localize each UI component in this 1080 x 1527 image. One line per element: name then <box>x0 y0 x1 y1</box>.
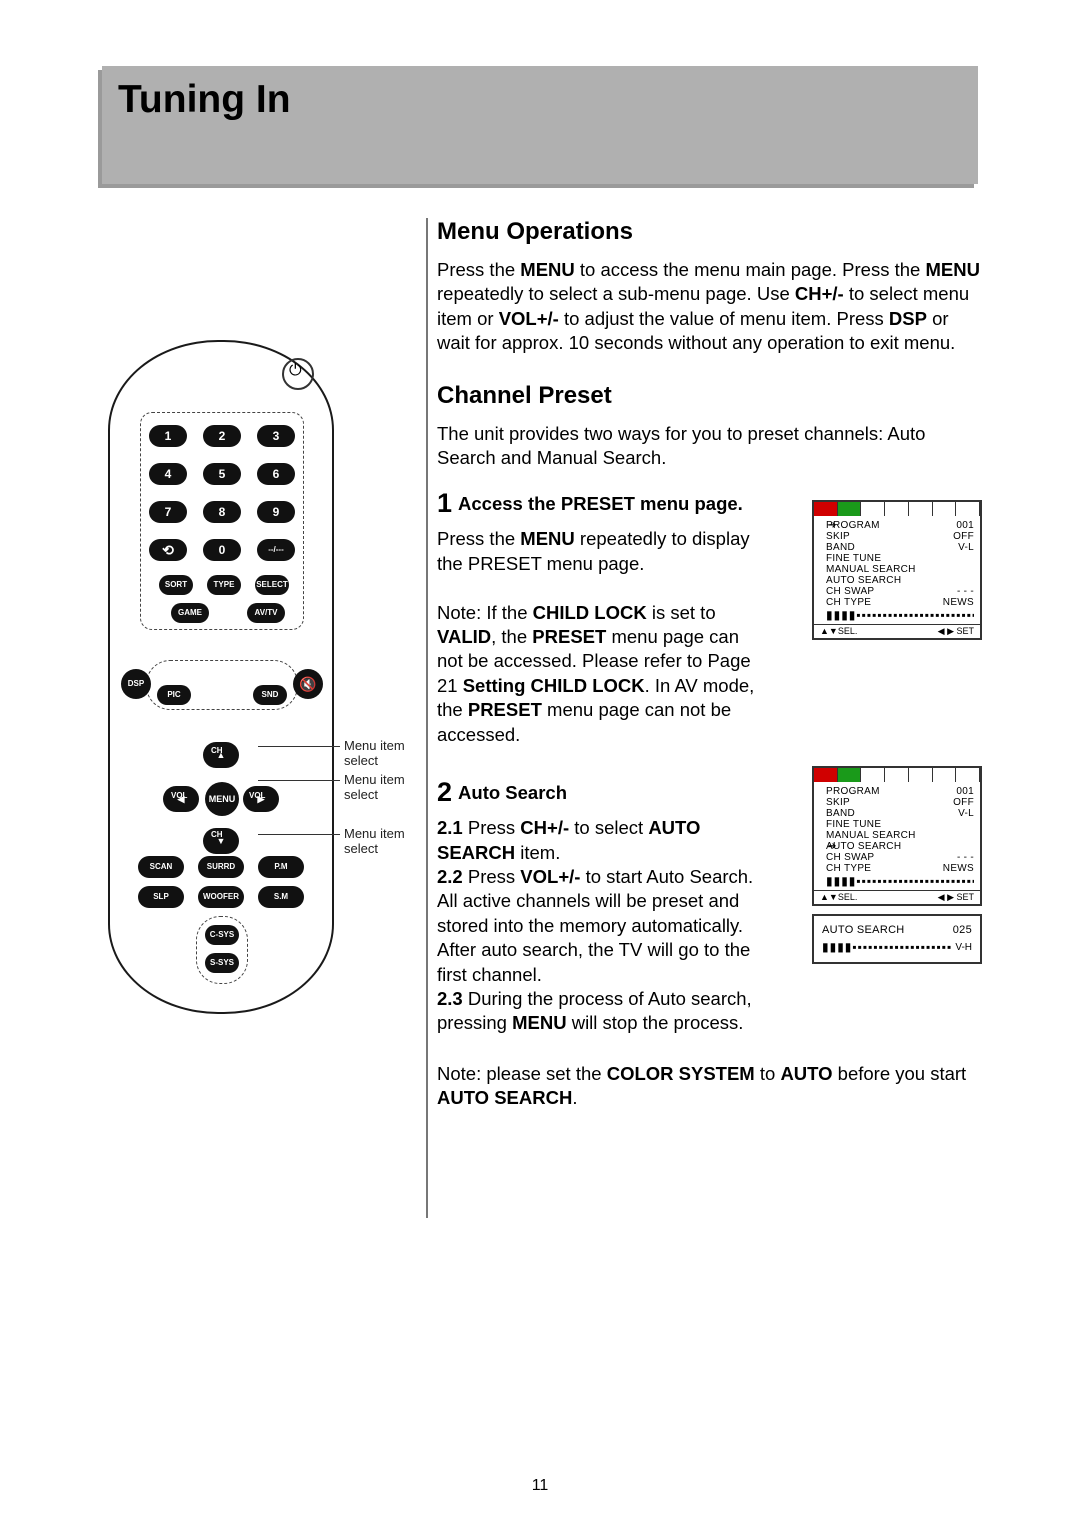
step1-body: Press the MENU repeatedly to display the… <box>437 527 767 747</box>
type-btn: TYPE <box>207 575 241 595</box>
callout-3: Menu item select <box>344 826 422 856</box>
channel-preset-intro: The unit provides two ways for you to pr… <box>437 422 982 471</box>
callout-line <box>258 834 340 835</box>
mute-icon: 🔇 <box>293 669 323 699</box>
step2-note: Note: please set the COLOR SYSTEM to AUT… <box>437 1062 982 1111</box>
num-4: 4 <box>149 463 187 485</box>
side-group: DSP 🔇 PIC SND <box>146 660 298 710</box>
dsp-btn: DSP <box>121 669 151 699</box>
numpad-group: 1 2 3 4 5 6 7 8 9 ⟲ 0 --/--- <box>140 412 304 630</box>
slp-btn: SLP <box>138 886 184 908</box>
num-6: 6 <box>257 463 295 485</box>
callout-line <box>258 746 340 747</box>
lower-buttons: SCAN SURRD P.M SLP WOOFER S.M C-SYS S-SY… <box>138 856 304 986</box>
digit-btn: --/--- <box>257 539 295 561</box>
step2-body: 2.1 Press CH+/- to select AUTO SEARCH it… <box>437 816 767 1036</box>
num-3: 3 <box>257 425 295 447</box>
sm-btn: S.M <box>258 886 304 908</box>
menu-btn: MENU <box>205 782 239 816</box>
nav-cluster: ▲ CH ◀ VOL MENU ▶ VOL ▼ CH <box>171 748 271 848</box>
channel-preset-heading: Channel Preset <box>437 382 982 410</box>
remote-diagram: 1 2 3 4 5 6 7 8 9 ⟲ 0 --/--- <box>88 218 422 1228</box>
num-1: 1 <box>149 425 187 447</box>
num-0: 0 <box>203 539 241 561</box>
menu-ops-text: Press the MENU to access the menu main p… <box>437 258 982 356</box>
surrd-btn: SURRD <box>198 856 244 878</box>
vol-l-label: VOL <box>171 791 187 800</box>
callout-1: Menu item select <box>344 738 422 768</box>
snd-btn: SND <box>253 685 287 705</box>
arrow-icon: ➔ <box>828 841 836 852</box>
callout-line <box>258 780 340 781</box>
pm-btn: P.M <box>258 856 304 878</box>
select-btn: SELECT <box>255 575 289 595</box>
vol-r-label: VOL <box>249 791 265 800</box>
osd-auto-search: AUTO SEARCH025 ▮▮▮▮▪▪▪▪▪▪▪▪▪▪▪▪▪▪▪▪▪▪▪▪▪… <box>812 914 982 964</box>
content-column: Menu Operations Press the MENU to access… <box>437 218 982 1111</box>
osd-body: ➔ PROGRAM001 SKIPOFF BANDV-L FINE TUNE M… <box>814 516 980 624</box>
page-number: 11 <box>0 1477 1080 1495</box>
num-7: 7 <box>149 501 187 523</box>
menu-ops-heading: Menu Operations <box>437 218 982 246</box>
sort-btn: SORT <box>159 575 193 595</box>
recall-btn: ⟲ <box>149 539 187 561</box>
ch-up-label: CH <box>211 746 223 755</box>
pic-btn: PIC <box>157 685 191 705</box>
ssys-btn: S-SYS <box>205 953 239 973</box>
avtv-btn: AV/TV <box>247 603 285 623</box>
osd-preset-1: ➔ PROGRAM001 SKIPOFF BANDV-L FINE TUNE M… <box>812 500 982 640</box>
scan-btn: SCAN <box>138 856 184 878</box>
num-5: 5 <box>203 463 241 485</box>
num-9: 9 <box>257 501 295 523</box>
power-icon <box>282 358 314 390</box>
csys-btn: C-SYS <box>205 925 239 945</box>
column-divider <box>426 218 428 1218</box>
num-2: 2 <box>203 425 241 447</box>
callout-2: Menu item select <box>344 772 422 802</box>
game-btn: GAME <box>171 603 209 623</box>
page-title: Tuning In <box>118 78 291 122</box>
osd-tabs <box>814 502 980 516</box>
sys-group: C-SYS S-SYS <box>196 916 248 984</box>
osd-preset-2: PROGRAM001 SKIPOFF BANDV-L FINE TUNE MAN… <box>812 766 982 906</box>
arrow-icon: ➔ <box>828 520 836 531</box>
remote-outline: 1 2 3 4 5 6 7 8 9 ⟲ 0 --/--- <box>108 340 334 1014</box>
osd-bar: ▮▮▮▮▪▪▪▪▪▪▪▪▪▪▪▪▪▪▪▪▪▪▪▪▪▪▪▪▪▪▪▪ <box>826 608 974 622</box>
num-8: 8 <box>203 501 241 523</box>
ch-dn-label: CH <box>211 830 223 839</box>
woofer-btn: WOOFER <box>198 886 244 908</box>
